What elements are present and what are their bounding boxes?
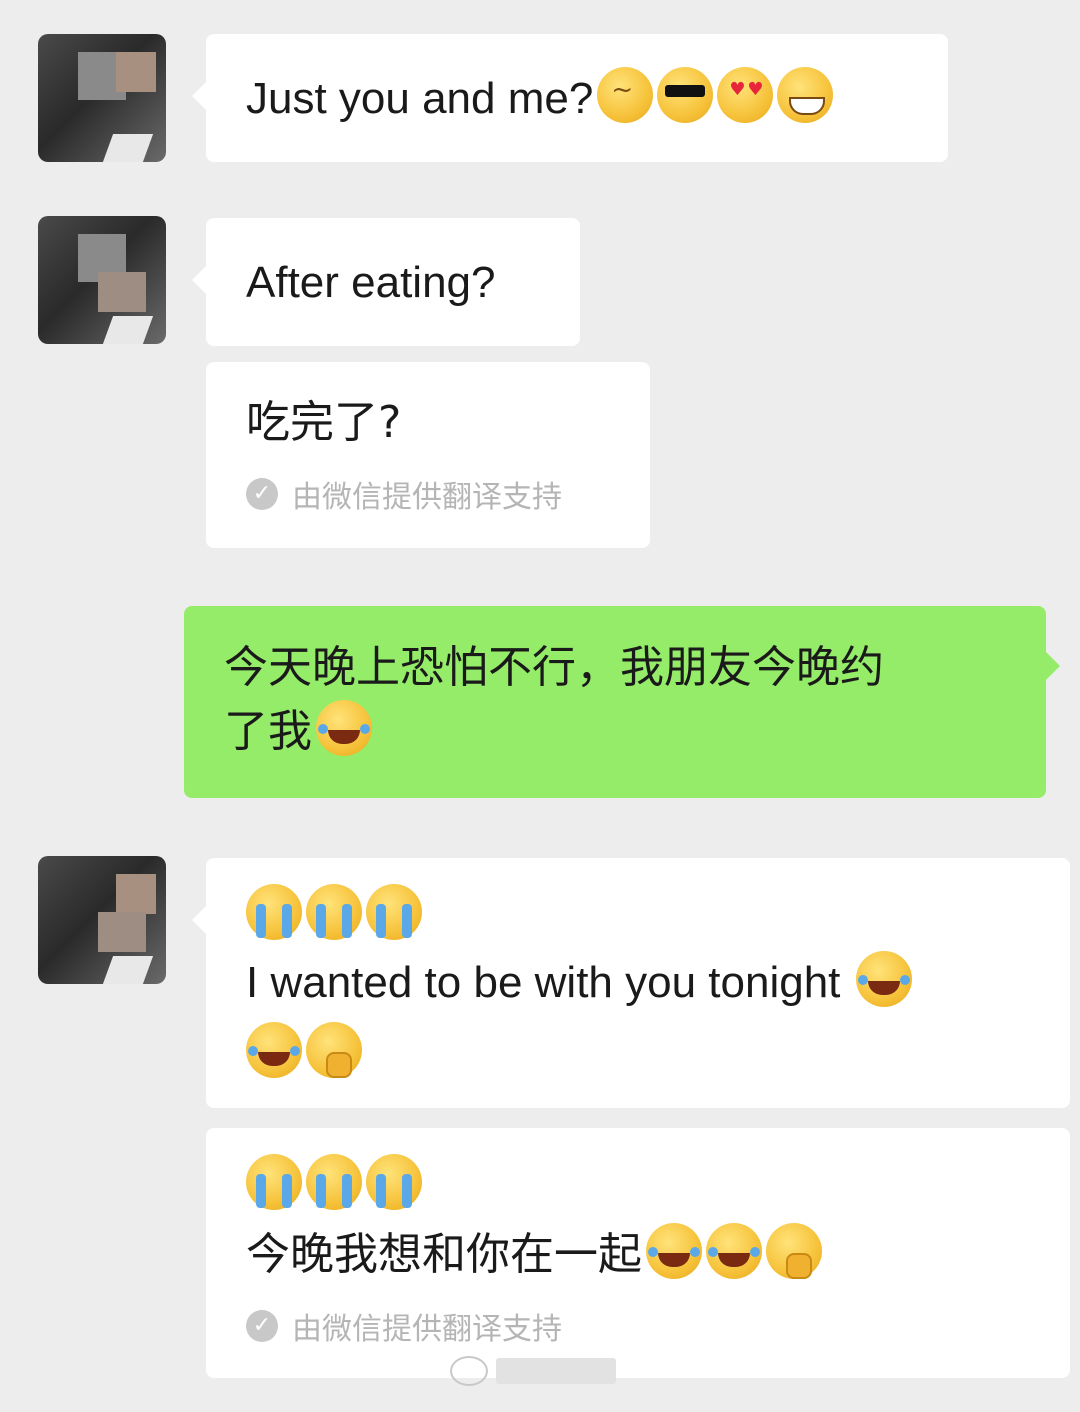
crying-emoji-icon: [246, 884, 302, 940]
avatar-blur: [98, 272, 146, 312]
translation-note: ✓ 由微信提供翻译支持: [246, 1304, 1030, 1348]
contact-avatar[interactable]: [38, 34, 166, 162]
my-message-line: 今天晚上恐怕不行，我朋友今晚约: [224, 642, 884, 693]
my-message-line-2-text: 了我: [224, 706, 312, 757]
laughing-emoji-icon: [706, 1223, 762, 1279]
emoji-row: [246, 1154, 1030, 1214]
contact-avatar[interactable]: [38, 216, 166, 344]
laughing-emoji-icon: [856, 951, 913, 1007]
covering-mouth-emoji-icon: [306, 1022, 362, 1078]
translation-bubble[interactable]: 吃完了? ✓ 由微信提供翻译支持: [206, 362, 650, 548]
avatar-shirt: [102, 316, 154, 344]
avatar-blur: [98, 912, 146, 952]
avatar-shirt: [102, 956, 154, 984]
laughing-emoji-icon: [646, 1223, 702, 1279]
check-circle-icon: ✓: [246, 478, 278, 510]
heart-eyes-emoji-icon: [717, 67, 774, 123]
translated-text: 今晚我想和你在一起: [246, 1229, 642, 1280]
message-text: After eating?: [246, 258, 496, 307]
translation-bubble[interactable]: 今晚我想和你在一起 ✓ 由微信提供翻译支持: [206, 1128, 1070, 1378]
grin-emoji-icon: [777, 67, 834, 123]
sunglasses-emoji-icon: [657, 67, 714, 123]
message-line: 今晚我想和你在一起: [246, 1222, 1030, 1288]
crying-emoji-icon: [246, 1154, 302, 1210]
weibo-icon: [450, 1356, 488, 1386]
emoji-row: [246, 1022, 1030, 1078]
covering-mouth-emoji-icon: [766, 1223, 822, 1279]
emoji-row: [246, 884, 1030, 944]
translation-note-text: 由微信提供翻译支持: [292, 1312, 562, 1347]
translation-note: ✓ 由微信提供翻译支持: [246, 472, 610, 516]
avatar-blur: [116, 874, 156, 914]
crying-emoji-icon: [306, 1154, 362, 1210]
message-bubble[interactable]: After eating?: [192, 218, 580, 346]
wink-emoji-icon: [597, 67, 654, 123]
my-message-line-2: 了我: [224, 700, 1006, 764]
crying-emoji-icon: [366, 884, 422, 940]
message-line: I wanted to be with you tonight: [246, 950, 1030, 1016]
watermark-blur: [496, 1358, 616, 1384]
translated-text: 吃完了?: [246, 397, 402, 448]
tears-of-joy-emoji-icon: [316, 700, 372, 756]
contact-avatar[interactable]: [38, 856, 166, 984]
message-text: I wanted to be with you tonight: [246, 958, 841, 1007]
message-bubble[interactable]: I wanted to be with you tonight: [192, 858, 1070, 1108]
message-text: Just you and me?: [246, 74, 594, 123]
translation-note-text: 由微信提供翻译支持: [292, 480, 562, 515]
check-circle-icon: ✓: [246, 1310, 278, 1342]
watermark: [450, 1352, 620, 1390]
avatar-shirt: [102, 134, 154, 162]
avatar-blur: [116, 52, 156, 92]
my-message-bubble[interactable]: 今天晚上恐怕不行，我朋友今晚约 了我: [184, 606, 1060, 798]
message-bubble[interactable]: Just you and me?: [192, 34, 948, 162]
crying-emoji-icon: [366, 1154, 422, 1210]
laughing-emoji-icon: [246, 1022, 302, 1078]
crying-emoji-icon: [306, 884, 362, 940]
